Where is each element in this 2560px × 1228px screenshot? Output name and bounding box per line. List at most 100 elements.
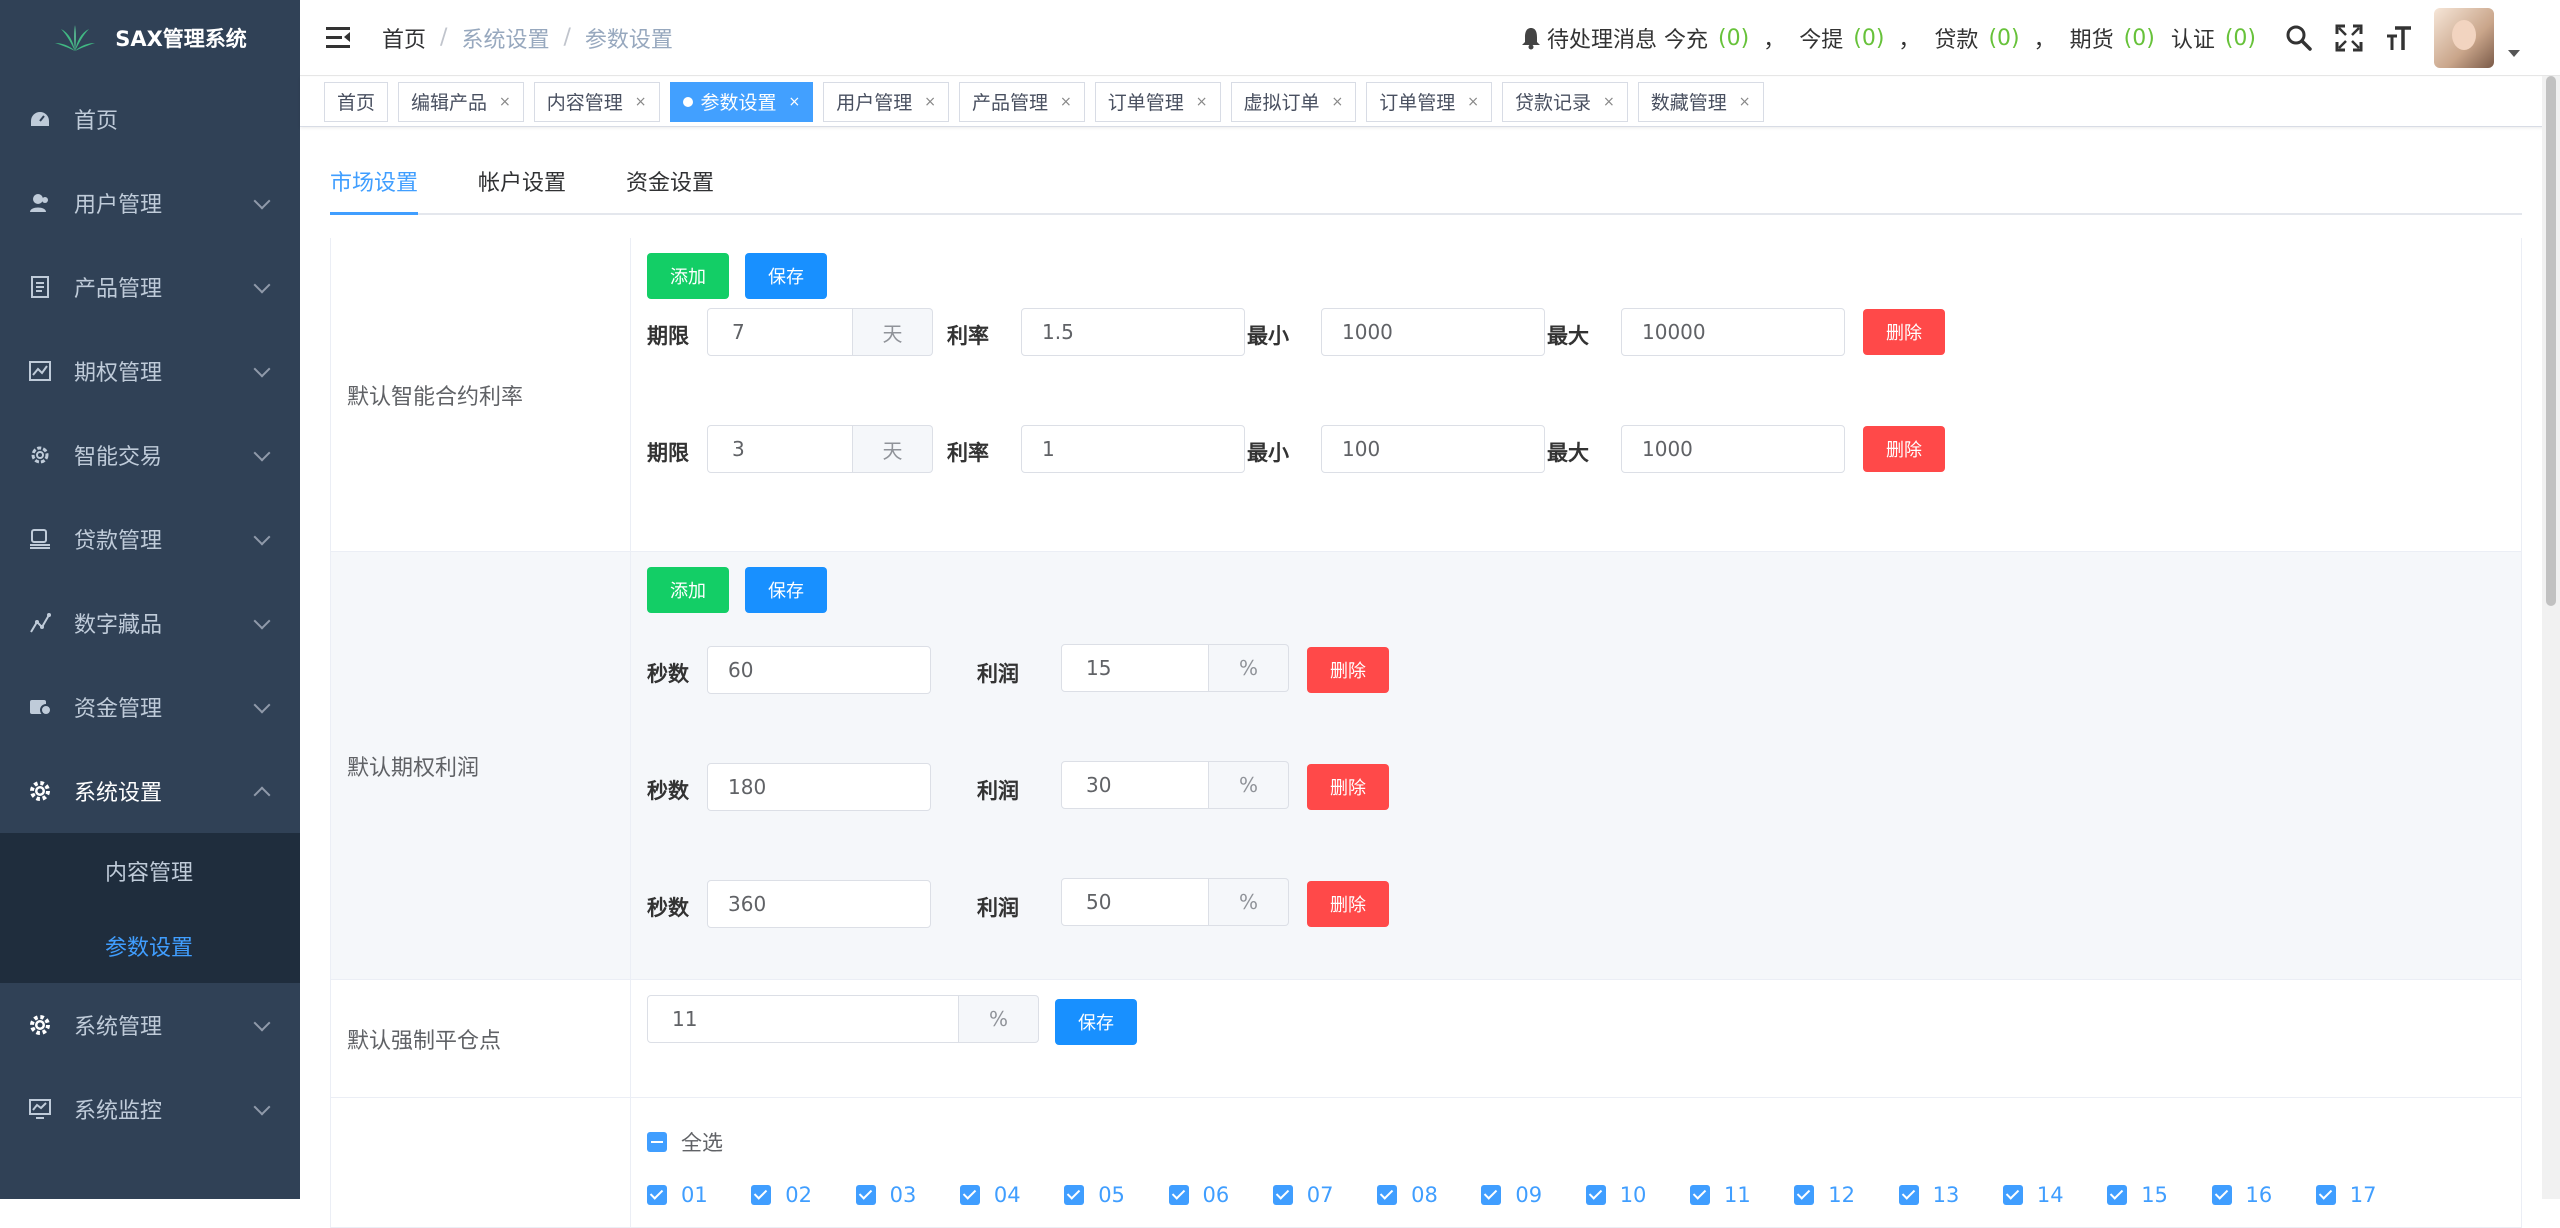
scrollbar-thumb[interactable] [2546, 76, 2556, 606]
sidebar-item-home[interactable]: 首页 [0, 76, 300, 161]
main-content: 市场设置 帐户设置 资金设置 默认智能合约利率 添加 保存 期限 7 天利率 1.5 最… [330, 127, 2522, 1228]
checkbox-item[interactable]: 09 [1481, 1183, 1542, 1207]
sidebar-item-smart-trade[interactable]: 智能交易 [0, 413, 300, 497]
tag-item[interactable]: 订单管理 × [1094, 81, 1221, 122]
liquidation-input[interactable]: 11 [647, 995, 959, 1043]
term-label: 期限 [647, 324, 689, 348]
checkbox-item[interactable]: 08 [1377, 1183, 1438, 1207]
checkbox-item[interactable]: 14 [2002, 1183, 2064, 1207]
term-input[interactable]: 3 [707, 425, 853, 473]
rate-input[interactable]: 1.5 [1021, 308, 1245, 356]
sidebar-item-loans[interactable]: 贷款管理 [0, 497, 300, 581]
close-icon[interactable]: × [499, 94, 511, 110]
tag-item[interactable]: 产品管理 × [959, 81, 1085, 122]
tag-label: 数藏管理 [1650, 92, 1727, 114]
checkbox-item[interactable]: 17 [2315, 1183, 2377, 1207]
delete-button[interactable]: 删除 [1307, 881, 1389, 927]
delete-button[interactable]: 删除 [1863, 309, 1945, 355]
sidebar-item-system[interactable]: 系统管理 [0, 983, 300, 1067]
tag-item[interactable]: 订单管理 × [1366, 81, 1493, 122]
max-input[interactable]: 1000 [1621, 425, 1845, 473]
sidebar-item-collectibles[interactable]: 数字藏品 [0, 581, 300, 665]
min-input[interactable]: 1000 [1321, 308, 1545, 356]
add-button[interactable]: 添加 [647, 567, 729, 613]
checkbox-item[interactable]: 15 [2107, 1183, 2168, 1207]
avatar[interactable] [2434, 8, 2494, 68]
checkbox-item[interactable]: 02 [751, 1183, 812, 1207]
checkbox-item[interactable]: 07 [1272, 1183, 1334, 1207]
close-icon[interactable]: × [1739, 94, 1751, 110]
close-icon[interactable]: × [789, 94, 801, 110]
close-icon[interactable]: × [924, 94, 936, 110]
checkbox-item[interactable]: 05 [1064, 1183, 1125, 1207]
checkbox-item[interactable]: 10 [1585, 1183, 1646, 1207]
sidebar-item-users[interactable]: 用户管理 [0, 161, 300, 245]
sidebar-item-products[interactable]: 产品管理 [0, 245, 300, 329]
tag-item[interactable]: 用户管理 × [823, 81, 950, 122]
checkbox-item[interactable]: 03 [855, 1183, 916, 1207]
add-button[interactable]: 添加 [647, 253, 729, 299]
caret-down-icon[interactable] [2508, 49, 2520, 57]
delete-button[interactable]: 删除 [1863, 426, 1945, 472]
seconds-input[interactable]: 360 [707, 880, 931, 928]
close-icon[interactable]: × [1603, 94, 1615, 110]
submenu-item-params[interactable]: 参数设置 [0, 908, 300, 983]
submenu-item-content[interactable]: 内容管理 [0, 833, 300, 908]
withdraw-label: 今提 [1799, 28, 1844, 53]
scrollbar[interactable] [2542, 76, 2560, 1199]
sidebar-item-settings[interactable]: 系统设置 [0, 749, 300, 833]
liquidation-input-group: 11 % [647, 995, 1039, 1043]
checkbox-label: 02 [785, 1183, 813, 1207]
tag-item[interactable]: 首页 [324, 81, 389, 122]
font-size-icon[interactable] [2384, 23, 2414, 53]
seconds-input[interactable]: 60 [707, 646, 931, 694]
delete-button[interactable]: 删除 [1307, 647, 1389, 693]
max-input[interactable]: 10000 [1621, 308, 1845, 356]
rate-input[interactable]: 1 [1021, 425, 1245, 473]
sidebar-item-options[interactable]: 期权管理 [0, 329, 300, 413]
seconds-input[interactable]: 180 [707, 763, 931, 811]
tag-item[interactable]: 数藏管理 × [1637, 81, 1764, 122]
tab-market-settings[interactable]: 市场设置 [330, 165, 419, 215]
save-button[interactable]: 保存 [745, 567, 827, 613]
sidebar-item-monitor[interactable]: 系统监控 [0, 1067, 300, 1151]
close-icon[interactable]: × [1196, 94, 1208, 110]
checkbox-item[interactable]: 16 [2211, 1183, 2272, 1207]
close-icon[interactable]: × [1467, 94, 1479, 110]
tag-item[interactable]: 参数设置 × [669, 81, 814, 122]
breadcrumb-home[interactable]: 首页 [382, 22, 426, 54]
checkbox-item[interactable]: 01 [647, 1183, 708, 1207]
checkbox-item[interactable]: 11 [1690, 1183, 1751, 1207]
tag-item[interactable]: 内容管理 × [533, 81, 660, 122]
delete-button[interactable]: 删除 [1307, 764, 1389, 810]
checkbox-label: 17 [2349, 1183, 2377, 1207]
pending-messages[interactable]: 待处理消息 今充 (0) ， 今提 (0) ， 贷款 (0) ， 期货 (0) … [1521, 22, 2266, 54]
min-input[interactable]: 100 [1321, 425, 1545, 473]
sidebar-item-funds[interactable]: 资金管理 [0, 665, 300, 749]
checkbox-item[interactable]: 12 [1794, 1183, 1855, 1207]
tag-item[interactable]: 编辑产品 × [398, 81, 524, 122]
profit-input[interactable]: 50 [1061, 878, 1209, 926]
tag-item[interactable]: 虚拟订单 × [1230, 81, 1357, 122]
select-all-checkbox[interactable]: 全选 [647, 1127, 723, 1157]
close-icon[interactable]: × [1060, 94, 1072, 110]
close-icon[interactable]: × [635, 94, 647, 110]
term-input[interactable]: 7 [707, 308, 853, 356]
checkbox-item[interactable]: 04 [959, 1183, 1021, 1207]
profit-input[interactable]: 30 [1061, 761, 1209, 809]
tab-fund-settings[interactable]: 资金设置 [626, 165, 714, 213]
profit-input-group: 50% [1061, 878, 1289, 926]
save-button[interactable]: 保存 [1055, 999, 1137, 1045]
checkbox-item[interactable]: 13 [1898, 1183, 1959, 1207]
tab-account-settings[interactable]: 帐户设置 [478, 165, 566, 213]
checkbox-item[interactable]: 06 [1168, 1183, 1229, 1207]
hamburger-icon[interactable] [326, 26, 352, 49]
profit-input[interactable]: 15 [1061, 644, 1209, 692]
liquidation-row: 默认强制平仓点 11 % 保存 [330, 980, 2522, 1098]
close-icon[interactable]: × [1332, 94, 1344, 110]
search-icon[interactable] [2284, 23, 2314, 53]
save-button[interactable]: 保存 [745, 253, 827, 299]
fullscreen-icon[interactable] [2334, 23, 2364, 53]
tag-item[interactable]: 贷款记录 × [1502, 81, 1628, 122]
chevron-down-icon [253, 192, 271, 210]
